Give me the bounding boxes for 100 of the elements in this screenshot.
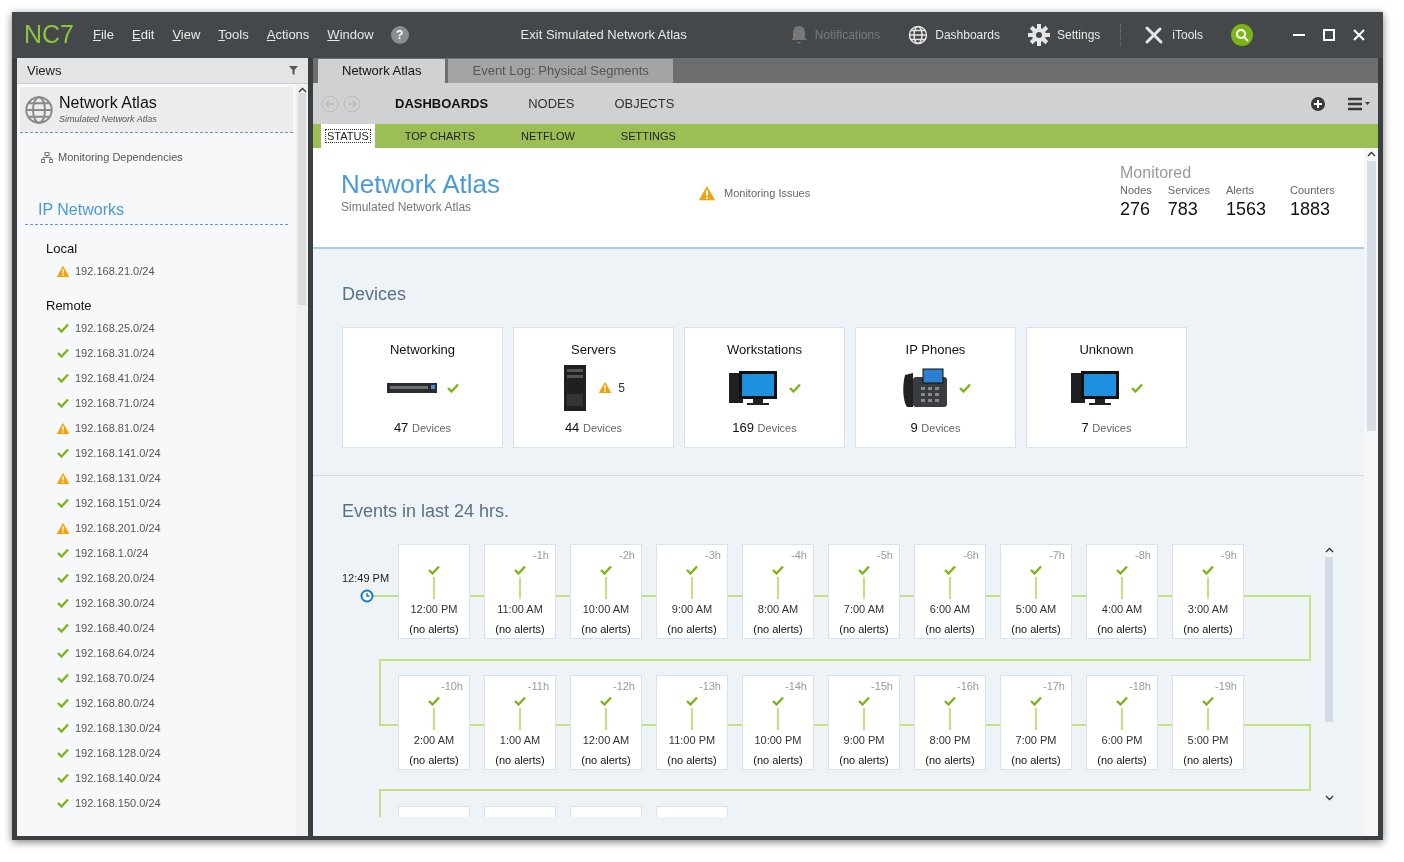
menu-item[interactable]: Edit: [123, 25, 164, 45]
sub-tab[interactable]: SETTINGS: [616, 124, 680, 148]
add-icon[interactable]: [1310, 95, 1326, 112]
monitoring-issues-link[interactable]: Monitoring Issues: [724, 185, 811, 202]
event-slot-card[interactable]: -8h 4:00 AM (no alerts): [1086, 544, 1158, 639]
event-slot-card[interactable]: 12:00 PM (no alerts): [398, 544, 470, 639]
event-slot-card[interactable]: -7h 5:00 AM (no alerts): [1000, 544, 1072, 639]
check-icon: [772, 565, 784, 575]
dependencies-link[interactable]: Monitoring Dependencies: [58, 149, 183, 166]
event-slot-card[interactable]: -3h 9:00 AM (no alerts): [656, 544, 728, 639]
event-slot-card[interactable]: -19h 5:00 PM (no alerts): [1172, 675, 1244, 770]
menu-item[interactable]: View: [163, 25, 210, 45]
device-card[interactable]: IP Phones 9 Devices: [855, 327, 1016, 448]
network-item[interactable]: 192.168.128.0/24: [46, 740, 296, 766]
event-slot-card[interactable]: -5h 7:00 AM (no alerts): [828, 544, 900, 639]
network-item[interactable]: 192.168.21.0/24: [46, 258, 296, 284]
filter-icon[interactable]: [289, 66, 298, 75]
event-slot-card[interactable]: -13h 11:00 PM (no alerts): [656, 675, 728, 770]
event-slot-card[interactable]: -2h 10:00 AM (no alerts): [570, 544, 642, 639]
network-item[interactable]: 192.168.140.0/24: [46, 765, 296, 791]
toolbar-button[interactable]: Dashboards: [908, 25, 1000, 45]
network-item[interactable]: 192.168.25.0/24: [46, 315, 296, 341]
network-item[interactable]: 192.168.81.0/24: [46, 415, 296, 441]
network-item[interactable]: 192.168.71.0/24: [46, 390, 296, 416]
event-slot-card[interactable]: -9h 3:00 AM (no alerts): [1172, 544, 1244, 639]
event-slot-card[interactable]: -18h 6:00 PM (no alerts): [1086, 675, 1158, 770]
slot-summary: (no alerts): [1097, 621, 1147, 637]
event-slot-card[interactable]: -1h 11:00 AM (no alerts): [484, 544, 556, 639]
check-icon: [1116, 565, 1128, 575]
event-slot-card[interactable]: -6h 6:00 AM (no alerts): [914, 544, 986, 639]
device-card[interactable]: Workstations 169 Devices: [684, 327, 845, 448]
network-item[interactable]: 192.168.20.0/24: [46, 565, 296, 591]
scrollbar-thumb[interactable]: [1366, 161, 1376, 431]
toolbar-button[interactable]: iTools: [1143, 24, 1203, 46]
scroll-down-icon[interactable]: [1324, 795, 1334, 801]
document-tab[interactable]: Network Atlas: [318, 59, 446, 83]
event-slot-card[interactable]: -17h 7:00 PM (no alerts): [1000, 675, 1072, 770]
slot-summary: (no alerts): [925, 621, 975, 637]
check-icon: [57, 723, 69, 733]
sub-tab[interactable]: STATUS: [321, 124, 375, 148]
slot-summary: (no alerts): [1183, 621, 1233, 637]
event-slot-card[interactable]: -4h 8:00 AM (no alerts): [742, 544, 814, 639]
network-item[interactable]: 192.168.64.0/24: [46, 640, 296, 666]
hour-offset: -6h: [963, 548, 979, 563]
network-item[interactable]: 192.168.80.0/24: [46, 690, 296, 716]
scroll-up-icon[interactable]: [297, 87, 307, 93]
scroll-up-icon[interactable]: [1324, 547, 1334, 553]
scrollbar[interactable]: [1364, 148, 1378, 836]
scrollbar-thumb[interactable]: [1325, 557, 1334, 722]
event-slot-card[interactable]: -14h 10:00 PM (no alerts): [742, 675, 814, 770]
sub-tab[interactable]: TOP CHARTS: [400, 124, 480, 148]
network-item[interactable]: 192.168.150.0/24: [46, 790, 296, 816]
check-icon: [57, 748, 69, 758]
hour-offset: -7h: [1049, 548, 1065, 563]
event-slot-card[interactable]: -10h 2:00 AM (no alerts): [398, 675, 470, 770]
menu-item[interactable]: Window: [318, 25, 383, 45]
check-icon: [57, 773, 69, 783]
menu-item[interactable]: Tools: [209, 25, 258, 45]
network-item[interactable]: 192.168.30.0/24: [46, 590, 296, 616]
event-slot-card[interactable]: -16h 8:00 PM (no alerts): [914, 675, 986, 770]
event-slot-card[interactable]: -11h 1:00 AM (no alerts): [484, 675, 556, 770]
network-item[interactable]: 192.168.151.0/24: [46, 490, 296, 516]
check-icon: [686, 696, 698, 706]
close-icon[interactable]: [1353, 29, 1365, 41]
scrollbar-thumb[interactable]: [298, 93, 306, 305]
device-card[interactable]: Unknown 7 Devices: [1026, 327, 1187, 448]
maximize-icon[interactable]: [1323, 29, 1335, 41]
section-title: IP Networks: [38, 200, 124, 218]
toolbar-button[interactable]: Settings: [1027, 24, 1101, 46]
hour-offset: -12h: [612, 679, 635, 694]
device-card[interactable]: Networking 47 Devices: [342, 327, 503, 448]
event-slot-card[interactable]: -15h 9:00 PM (no alerts): [828, 675, 900, 770]
menu-icon[interactable]: [1348, 96, 1370, 111]
sub-tab[interactable]: NETFLOW: [517, 124, 579, 148]
check-icon: [944, 696, 956, 706]
network-item[interactable]: 192.168.1.0/24: [46, 540, 296, 566]
nav-tab[interactable]: OBJECTS: [614, 93, 675, 114]
slot-summary: (no alerts): [753, 752, 803, 768]
scrollbar[interactable]: [296, 84, 308, 836]
event-slot-card[interactable]: -12h 12:00 AM (no alerts): [570, 675, 642, 770]
network-item[interactable]: 192.168.40.0/24: [46, 615, 296, 641]
network-item[interactable]: 192.168.130.0/24: [46, 715, 296, 741]
warning-icon: [56, 264, 70, 278]
menu-item[interactable]: Actions: [257, 25, 319, 45]
menu-item[interactable]: File: [84, 25, 123, 45]
device-count: 9 Devices: [910, 418, 961, 437]
network-item[interactable]: 192.168.70.0/24: [46, 665, 296, 691]
network-item[interactable]: 192.168.31.0/24: [46, 340, 296, 366]
nav-tab[interactable]: NODES: [528, 93, 575, 114]
nav-tab[interactable]: DASHBOARDS: [395, 93, 489, 114]
scroll-up-icon[interactable]: [1366, 151, 1376, 157]
network-item[interactable]: 192.168.131.0/24: [46, 465, 296, 491]
check-icon: [514, 696, 526, 706]
slot-summary: (no alerts): [753, 621, 803, 637]
network-item[interactable]: 192.168.201.0/24: [46, 515, 296, 541]
search-button[interactable]: [1231, 24, 1253, 46]
network-item[interactable]: 192.168.141.0/24: [46, 440, 296, 466]
network-item[interactable]: 192.168.41.0/24: [46, 365, 296, 391]
atlas-card[interactable]: Network Atlas Simulated Network Atlas: [20, 87, 293, 133]
device-card[interactable]: Servers 5 44 Devices: [513, 327, 674, 448]
